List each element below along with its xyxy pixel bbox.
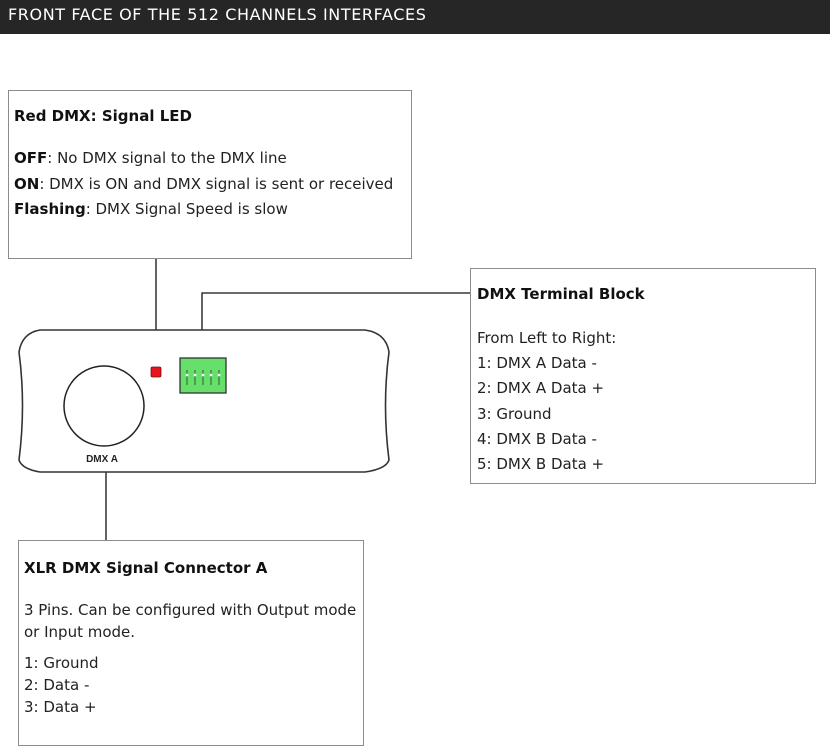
led-box-title: Red DMX: Signal LED xyxy=(14,107,192,125)
terminal-pin-5: 5: DMX B Data + xyxy=(477,455,605,473)
xlr-pin-3: 3: Data + xyxy=(24,698,97,716)
terminal-pin-4: 4: DMX B Data - xyxy=(477,430,597,448)
led-line-on: ON: DMX is ON and DMX signal is sent or … xyxy=(14,175,394,193)
terminal-pin-2: 2: DMX A Data + xyxy=(477,379,605,397)
port-label: DMX A xyxy=(86,454,118,465)
xlr-desc-line-2: or Input mode. xyxy=(24,623,136,641)
xlr-port xyxy=(63,365,145,447)
red-led xyxy=(150,366,162,378)
xlr-desc-line-1: 3 Pins. Can be configured with Output mo… xyxy=(24,601,357,619)
terminal-info-box: DMX Terminal Block From Left to Right: 1… xyxy=(470,268,816,484)
xlr-pin-1: 1: Ground xyxy=(24,654,99,672)
terminal-pin-3: 3: Ground xyxy=(477,405,552,423)
terminal-box-title: DMX Terminal Block xyxy=(477,285,645,303)
xlr-box-title: XLR DMX Signal Connector A xyxy=(24,559,268,577)
led-line-flashing: Flashing: DMX Signal Speed is slow xyxy=(14,200,288,218)
terminal-intro: From Left to Right: xyxy=(477,329,617,347)
led-info-box: Red DMX: Signal LED OFF: No DMX signal t… xyxy=(8,90,412,259)
xlr-pin-2: 2: Data - xyxy=(24,676,90,694)
xlr-info-box: XLR DMX Signal Connector A 3 Pins. Can b… xyxy=(18,540,364,746)
terminal-pin-1: 1: DMX A Data - xyxy=(477,354,597,372)
led-line-off: OFF: No DMX signal to the DMX line xyxy=(14,149,287,167)
